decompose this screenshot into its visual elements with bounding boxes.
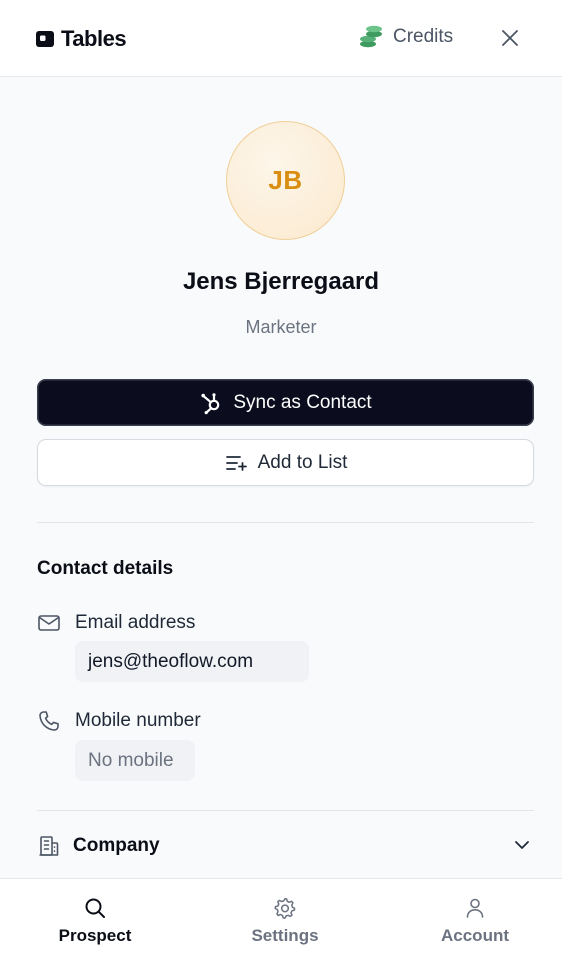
tables-logo-icon [36,31,54,47]
chevron-down-icon [512,835,532,855]
search-icon [85,898,105,918]
hubspot-icon [201,392,220,414]
avatar: JB [226,121,345,240]
nav-item-account[interactable]: Account [405,879,545,961]
credits-button[interactable]: Credits [359,24,453,50]
add-to-list-button[interactable]: Add to List [37,439,534,486]
sync-as-contact-button[interactable]: Sync as Contact [37,379,534,426]
phone-icon [37,709,61,733]
mail-icon [37,611,61,635]
contact-name: Jens Bjerregaard [182,268,380,295]
close-button[interactable] [497,25,523,51]
coins-icon [360,25,382,48]
sync-as-contact-label: Sync as Contact [233,391,372,413]
email-value[interactable]: jens@theoflow.com [75,641,309,682]
mobile-label: Mobile number [75,710,201,731]
bottom-nav: Prospect Settings Account [0,878,562,961]
nav-label-prospect: Prospect [58,926,132,945]
list-add-icon [225,455,247,471]
nav-label-account: Account [441,926,509,945]
company-section-toggle[interactable]: Company [37,826,534,866]
divider [37,810,534,811]
brand-name: Tables [61,26,127,51]
contact-role: Marketer [245,317,317,337]
divider [37,522,534,523]
nav-item-settings[interactable]: Settings [215,879,355,961]
user-icon [466,898,484,918]
nav-label-settings: Settings [251,926,319,945]
company-label: Company [73,835,160,856]
building-icon [39,836,59,856]
contact-details-title: Contact details [37,558,174,579]
mobile-value[interactable]: No mobile [75,740,195,781]
email-label: Email address [75,612,196,633]
gear-icon [274,898,296,919]
credits-label: Credits [393,26,454,47]
nav-item-prospect[interactable]: Prospect [25,879,165,961]
avatar-initials: JB [268,165,303,195]
add-to-list-label: Add to List [257,451,348,473]
close-icon [502,30,518,46]
brand: Tables [35,26,127,52]
app-header: Tables Credits [0,0,562,77]
